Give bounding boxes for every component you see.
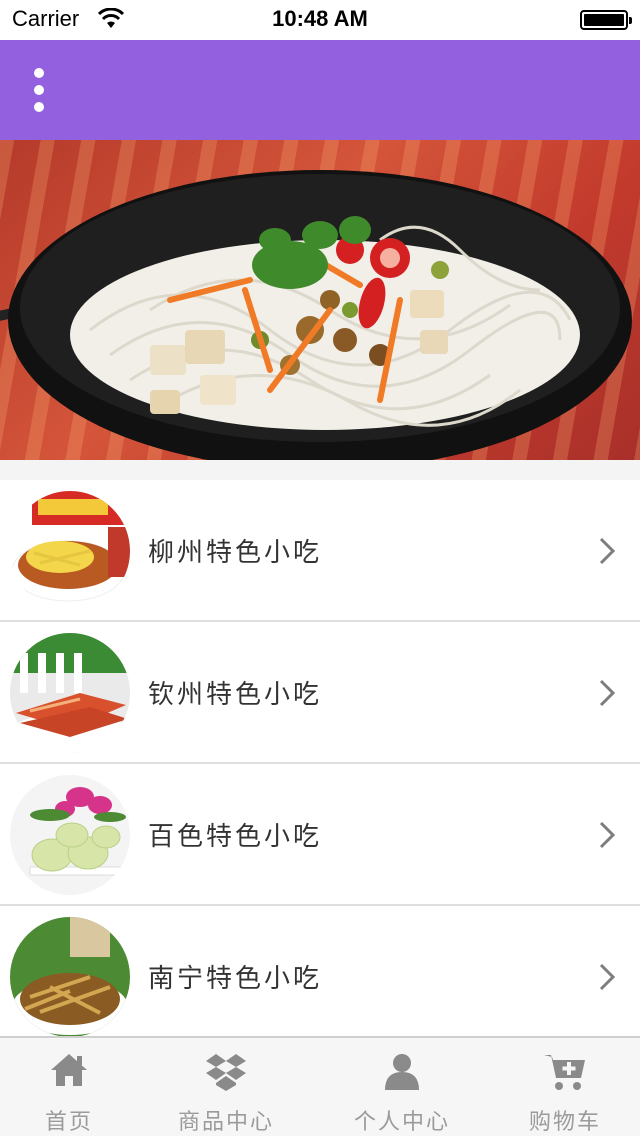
- luosifen-package-thumb: [10, 491, 130, 611]
- tab-products[interactable]: 商品中心: [138, 1038, 314, 1136]
- tab-profile[interactable]: 个人中心: [314, 1038, 490, 1136]
- banner-carousel[interactable]: [0, 140, 640, 460]
- list-item-label: 钦州特色小吃: [148, 680, 323, 710]
- tab-label: 首页: [44, 1110, 93, 1135]
- list-item-label: 柳州特色小吃: [148, 538, 323, 568]
- status-bar: Carrier 10:48 AM: [0, 0, 640, 40]
- steamed-buns-thumb: [10, 775, 130, 895]
- tab-home[interactable]: 首页: [0, 1038, 138, 1136]
- dried-meat-thumb: [10, 633, 130, 753]
- vertical-dots-icon[interactable]: [22, 64, 58, 116]
- tab-label: 个人中心: [353, 1110, 450, 1135]
- list-item-label: 百色特色小吃: [148, 822, 323, 852]
- list-item-qinzhou[interactable]: 钦州特色小吃: [0, 622, 640, 764]
- chevron-right-icon: [599, 821, 616, 849]
- user-icon: [385, 1054, 419, 1090]
- tab-label: 购物车: [528, 1110, 601, 1135]
- clock-time: 10:48 AM: [272, 6, 368, 31]
- top-app-bar: [0, 40, 640, 140]
- chevron-right-icon: [599, 537, 616, 565]
- battery-icon: [580, 10, 632, 30]
- chevron-right-icon: [599, 679, 616, 707]
- list-item-baise[interactable]: 百色特色小吃: [0, 764, 640, 906]
- list-item-liuzhou[interactable]: 柳州特色小吃: [0, 480, 640, 622]
- pickled-bamboo-thumb: [10, 917, 130, 1037]
- dropbox-icon: [206, 1054, 246, 1091]
- chevron-right-icon: [599, 963, 616, 991]
- category-list: 柳州特色小吃 钦州特色小吃 百色特色小吃 南宁特色小吃: [0, 480, 640, 1048]
- list-item-label: 南宁特色小吃: [148, 964, 323, 994]
- noodle-bowl-image: [8, 170, 632, 460]
- cart-plus-icon: [544, 1055, 585, 1090]
- tab-label: 商品中心: [177, 1110, 274, 1135]
- tab-cart[interactable]: 购物车: [490, 1038, 640, 1136]
- list-item-nanning[interactable]: 南宁特色小吃: [0, 906, 640, 1048]
- bottom-tab-bar: 首页 商品中心 个人中心 购物车: [0, 1036, 640, 1136]
- home-icon: [51, 1054, 87, 1086]
